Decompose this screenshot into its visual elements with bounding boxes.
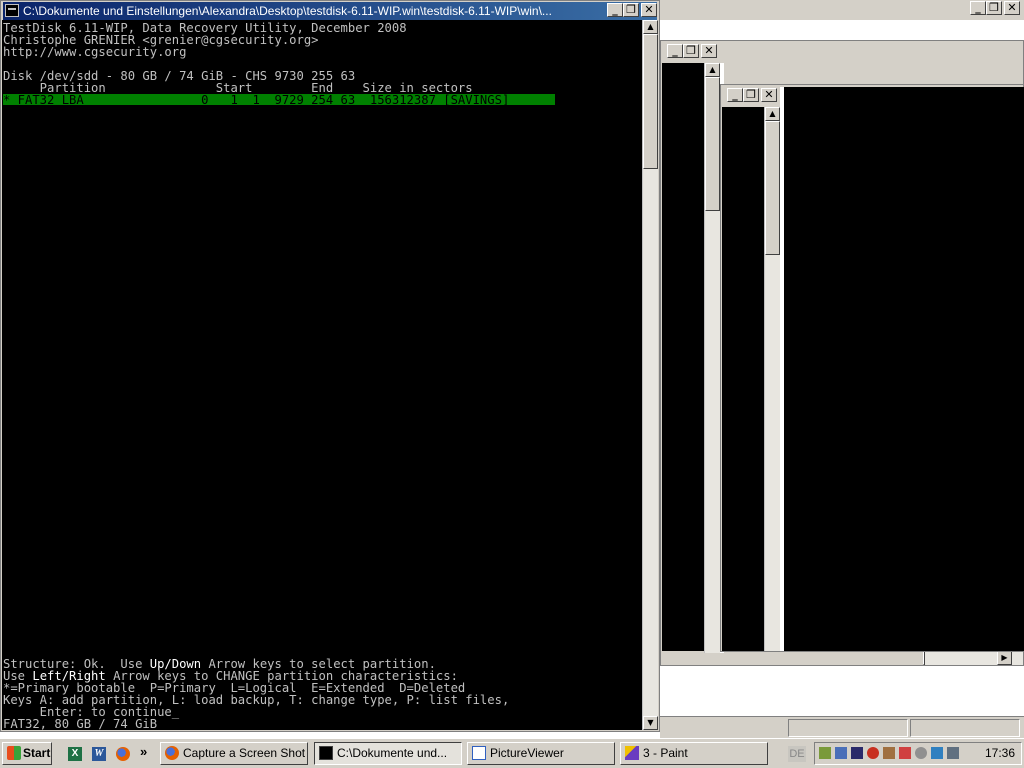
partition-row-text: * FAT32 LBA 0 1 1 9729 254 63 156312387 … — [3, 93, 510, 107]
start-label: Start — [23, 746, 51, 760]
console-vertical-scrollbar[interactable]: ▲ ▼ — [642, 20, 658, 730]
background-window-3-content-right — [784, 87, 1024, 651]
firefox-icon[interactable] — [116, 747, 130, 761]
background-window-3[interactable]: _ ❐ ✕ ▲ — [720, 84, 1024, 652]
tray-icon-volume[interactable] — [835, 747, 847, 759]
scroll-thumb[interactable] — [705, 77, 720, 211]
tray-icon-display[interactable] — [851, 747, 863, 759]
console-icon — [319, 745, 333, 760]
excel-icon[interactable]: X — [68, 747, 82, 761]
header-line: http://www.cgsecurity.org — [3, 45, 187, 59]
minimize-button[interactable]: _ — [607, 3, 623, 17]
tray-icon-update[interactable] — [931, 747, 943, 759]
console-window[interactable]: C:\Dokumente und Einstellungen\Alexandra… — [0, 0, 660, 732]
close-button[interactable]: ✕ — [1004, 1, 1020, 15]
status-bar — [660, 716, 1024, 739]
more-chevron[interactable]: » — [140, 744, 147, 759]
horizontal-scrollbar[interactable]: ▶ — [923, 651, 1023, 665]
language-indicator[interactable]: DE — [788, 746, 806, 762]
partition-status-line: FAT32, 80 GB / 74 GiB — [3, 717, 158, 730]
scroll-right-arrow[interactable]: ▶ — [997, 651, 1012, 665]
scroll-thumb[interactable] — [765, 121, 780, 255]
minimize-button[interactable]: _ — [970, 1, 986, 15]
background-window-3-content — [722, 107, 764, 651]
picture-viewer-icon — [472, 745, 486, 760]
tray-icon-network[interactable] — [819, 747, 831, 759]
console-title: C:\Dokumente und Einstellungen\Alexandra… — [23, 4, 552, 18]
scroll-up-arrow[interactable]: ▲ — [705, 63, 720, 77]
tray-icon-monitor[interactable] — [947, 747, 959, 759]
start-button[interactable]: Start — [2, 742, 52, 765]
windows-logo-icon — [7, 745, 21, 760]
quick-launch: X W » — [60, 743, 156, 765]
background-window-2-content — [662, 63, 704, 651]
clock[interactable]: 17:36 — [985, 746, 1015, 760]
horizontal-scroll-thumb[interactable] — [923, 651, 925, 665]
restore-button[interactable]: ❐ — [683, 44, 699, 58]
scroll-down-arrow[interactable]: ▼ — [643, 716, 658, 730]
tray-icon-security[interactable] — [899, 747, 911, 759]
taskbar: Start X W » Capture a Screen Shot ... C:… — [0, 738, 1024, 768]
system-tray: 17:36 — [814, 742, 1022, 765]
text-cursor: _ — [171, 705, 180, 719]
restore-button[interactable]: ❐ — [743, 88, 759, 102]
terminal-output[interactable]: TestDisk 6.11-WIP, Data Recovery Utility… — [2, 20, 642, 730]
close-button[interactable]: ✕ — [701, 44, 717, 58]
scroll-up-arrow[interactable]: ▲ — [643, 20, 658, 34]
taskbar-button-paint[interactable]: 3 - Paint — [620, 742, 768, 765]
tray-icon-settings[interactable] — [915, 747, 927, 759]
firefox-icon — [165, 745, 179, 760]
vertical-scrollbar[interactable]: ▲ — [704, 63, 720, 653]
console-titlebar[interactable]: C:\Dokumente und Einstellungen\Alexandra… — [3, 2, 657, 20]
console-icon — [5, 4, 19, 17]
minimize-button[interactable]: _ — [727, 88, 743, 102]
restore-button[interactable]: ❐ — [986, 1, 1002, 15]
taskbar-button-pictureviewer[interactable]: PictureViewer — [467, 742, 615, 765]
word-icon[interactable]: W — [92, 747, 106, 761]
taskbar-button-console[interactable]: C:\Dokumente und... — [314, 742, 462, 765]
vertical-scrollbar[interactable]: ▲ — [764, 107, 780, 651]
minimize-button[interactable]: _ — [667, 44, 683, 58]
selected-partition-row[interactable]: * FAT32 LBA 0 1 1 9729 254 63 156312387 … — [3, 93, 555, 107]
scroll-up-arrow[interactable]: ▲ — [765, 107, 780, 121]
paint-icon — [625, 745, 639, 760]
tray-icon-antivirus[interactable] — [867, 747, 879, 759]
close-button[interactable]: ✕ — [761, 88, 777, 102]
scroll-thumb[interactable] — [643, 34, 658, 169]
taskbar-button-capture[interactable]: Capture a Screen Shot ... — [160, 742, 308, 765]
tray-icon-tools[interactable] — [883, 747, 895, 759]
close-button[interactable]: ✕ — [641, 3, 657, 17]
restore-button[interactable]: ❐ — [623, 3, 639, 17]
